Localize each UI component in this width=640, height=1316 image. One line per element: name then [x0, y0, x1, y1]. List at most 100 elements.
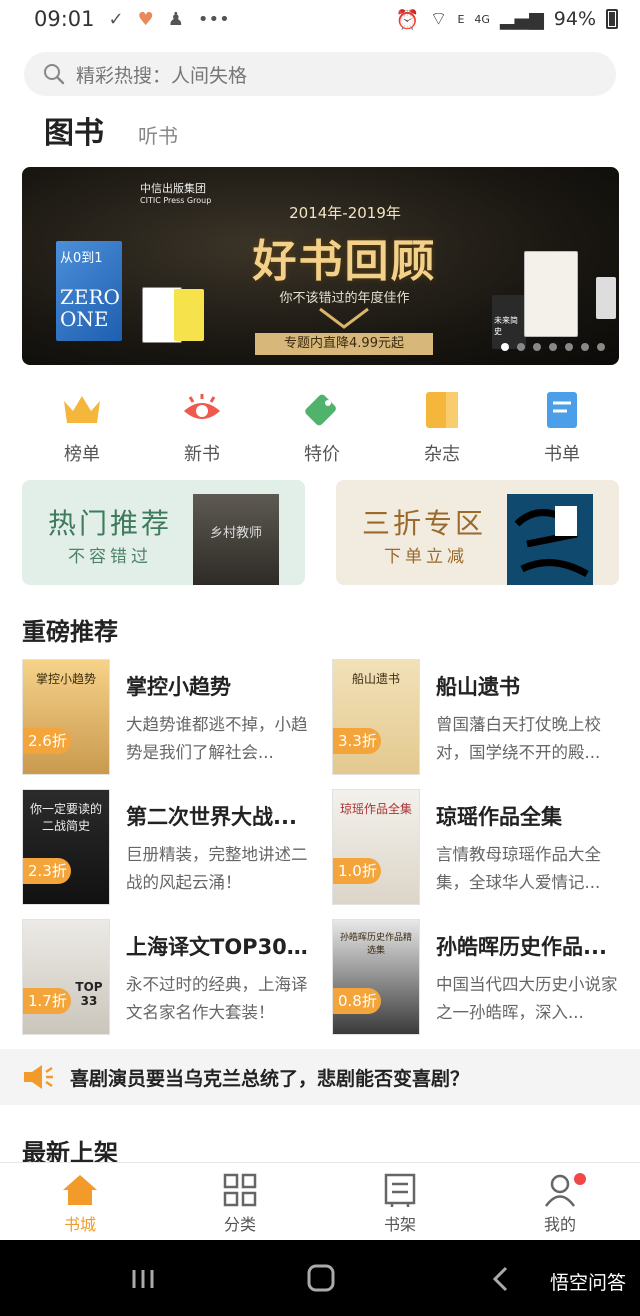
discount-zone-card[interactable]: 三折专区 下单立减 — [336, 480, 619, 585]
carousel-dot[interactable] — [501, 343, 509, 351]
more-dots-icon: ••• — [197, 8, 230, 30]
discount-badge: 2.3折 — [23, 858, 71, 884]
grid-icon — [223, 1173, 257, 1207]
publisher-name-cn: 中信出版集团 — [140, 182, 206, 195]
discount-badge: 3.3折 — [333, 728, 381, 754]
battery-icon — [606, 9, 618, 29]
alarm-icon: ⏰ — [395, 8, 420, 31]
nav-bookshelf[interactable]: 书架 — [320, 1163, 480, 1240]
book-cover: 你一定要读的二战简史 2.3折 — [22, 789, 110, 905]
tab-books[interactable]: 图书 — [44, 108, 104, 152]
publisher-logo: 中信出版集团 CITIC Press Group — [140, 183, 211, 207]
search-placeholder: 精彩热搜：人间失格 — [76, 64, 248, 87]
book-description: 中国当代四大历史小说家之一孙皓晖，深入... — [436, 975, 618, 1022]
hot-recommend-card[interactable]: 热门推荐 不容错过 乡村教师 — [22, 480, 305, 585]
cover-text: 掌控小趋势 — [35, 672, 96, 686]
carousel-dot[interactable] — [581, 343, 589, 351]
wifi-icon: ⌔ — [429, 8, 448, 30]
book-title: 掌控小趋势 — [126, 675, 231, 699]
category-booklists[interactable]: 书单 — [502, 388, 622, 466]
book-description: 巨册精装，完整地讲述二战的风起云涌！ — [126, 845, 308, 892]
network-type: 4G — [474, 12, 490, 26]
book-cover: 乡村教师 — [193, 494, 279, 585]
search-icon — [44, 64, 65, 85]
news-text: 喜剧演员要当乌克兰总统了，悲剧能否变喜剧？ — [70, 1067, 470, 1090]
cover-text: 你一定要读的二战简史 — [29, 802, 102, 833]
card-title: 三折专区 — [362, 507, 487, 540]
bookshelf-icon — [384, 1173, 416, 1207]
check-circle-icon: ✓ — [108, 8, 124, 30]
book-item[interactable]: 掌控小趋势 2.6折 掌控小趋势 大趋势谁都逃不掉，小趋势是我们了解社会... — [22, 659, 308, 775]
banner-book-zero-one: 从0到1 ZERO ONE — [56, 241, 122, 341]
category-special-price[interactable]: 特价 — [262, 388, 382, 466]
discount-badge: 2.6折 — [23, 728, 71, 754]
home-button-icon[interactable] — [307, 1264, 335, 1292]
carousel-dot[interactable] — [597, 343, 605, 351]
category-row: 榜单 新书 特价 杂志 书单 — [0, 388, 640, 466]
back-icon[interactable] — [492, 1266, 508, 1292]
profile-icon — [544, 1174, 576, 1207]
book-cover — [507, 494, 593, 585]
publisher-name-en: CITIC Press Group — [140, 196, 212, 205]
carousel-dot[interactable] — [565, 343, 573, 351]
search-bar[interactable]: 精彩热搜：人间失格 — [24, 52, 616, 96]
banner-book — [524, 251, 578, 337]
nav-label: 分类 — [223, 1215, 256, 1234]
carousel-dot[interactable] — [517, 343, 525, 351]
news-ticker[interactable]: 喜剧演员要当乌克兰总统了，悲剧能否变喜剧？ — [0, 1049, 640, 1105]
signal-letter: E — [457, 12, 465, 26]
category-label: 特价 — [304, 444, 340, 465]
book-title: 孙皓晖历史作品... — [436, 935, 607, 959]
book-title: 上海译文TOP30... — [126, 935, 308, 959]
section-title-recommended: 重磅推荐 — [22, 618, 118, 646]
category-label: 书单 — [544, 444, 580, 465]
recent-apps-icon[interactable] — [130, 1268, 156, 1290]
system-navigation-bar: 悟空问答 — [0, 1240, 640, 1316]
book-title: 船山遗书 — [436, 675, 520, 699]
status-system-icons: ⏰ ⌔ E 4G ▂▄▆ 94% — [396, 7, 618, 31]
battery-percent: 94% — [553, 8, 596, 30]
book-description: 永不过时的经典，上海译文名家名作大套装！ — [126, 975, 308, 1022]
category-rankings[interactable]: 榜单 — [22, 388, 142, 466]
person-icon: ♟ — [167, 8, 184, 30]
book-description: 言情教母琼瑶作品大全集，全球华人爱情记... — [436, 845, 601, 892]
book-item[interactable]: 孙皓晖历史作品精选集 0.8折 孙皓晖历史作品... 中国当代四大历史小说家之一… — [332, 919, 618, 1035]
status-notification-icons: ✓ ♥ ♟ ••• — [109, 9, 230, 30]
cover-text: 乡村教师 — [209, 526, 262, 541]
nav-bookstore[interactable]: 书城 — [0, 1163, 160, 1240]
book-cover: 掌控小趋势 2.6折 — [22, 659, 110, 775]
banner-book — [596, 277, 616, 319]
book-title: 第二次世界大战... — [126, 805, 297, 829]
heart-pulse-icon: ♥ — [137, 8, 154, 30]
category-new-books[interactable]: 新书 — [142, 388, 262, 466]
category-label: 榜单 — [64, 444, 100, 465]
card-subtitle: 下单立减 — [384, 547, 468, 567]
carousel-dot[interactable] — [533, 343, 541, 351]
crown-icon — [60, 388, 104, 432]
cover-text: TOP 33 — [75, 980, 103, 1008]
carousel-dots — [501, 343, 605, 351]
nav-profile[interactable]: 我的 — [480, 1163, 640, 1240]
book-title: 琼瑶作品全集 — [436, 805, 562, 829]
promo-banner[interactable]: 中信出版集团 CITIC Press Group 2014年-2019年 好书回… — [22, 167, 619, 365]
book-cover: 船山遗书 3.3折 — [332, 659, 420, 775]
carousel-dot[interactable] — [549, 343, 557, 351]
tab-audiobooks[interactable]: 听书 — [138, 120, 178, 149]
category-label: 新书 — [184, 444, 220, 465]
signal-icon: ▂▄▆ — [499, 8, 544, 30]
book-item[interactable]: 船山遗书 3.3折 船山遗书 曾国藩白天打仗晚上校对，国学绕不开的殿... — [332, 659, 618, 775]
book-description: 大趋势谁都逃不掉，小趋势是我们了解社会... — [126, 715, 308, 762]
book-item[interactable]: 你一定要读的二战简史 2.3折 第二次世界大战... 巨册精装，完整地讲述二战的… — [22, 789, 308, 905]
booklist-icon — [540, 388, 584, 432]
category-magazines[interactable]: 杂志 — [382, 388, 502, 466]
nav-label: 书架 — [383, 1215, 416, 1234]
book-item[interactable]: 琼瑶作品全集 1.0折 琼瑶作品全集 言情教母琼瑶作品大全集，全球华人爱情记..… — [332, 789, 618, 905]
book-cover: 孙皓晖历史作品精选集 0.8折 — [332, 919, 420, 1035]
card-title: 热门推荐 — [48, 507, 173, 540]
book-title-en: ZERO ONE — [60, 285, 120, 331]
book-title: 未来简史 — [494, 316, 518, 336]
nav-categories[interactable]: 分类 — [160, 1163, 320, 1240]
status-time: 09:01 — [34, 7, 95, 31]
cover-text: 孙皓晖历史作品精选集 — [339, 933, 412, 956]
book-item[interactable]: TOP 33 1.7折 上海译文TOP30... 永不过时的经典，上海译文名家名… — [22, 919, 308, 1035]
